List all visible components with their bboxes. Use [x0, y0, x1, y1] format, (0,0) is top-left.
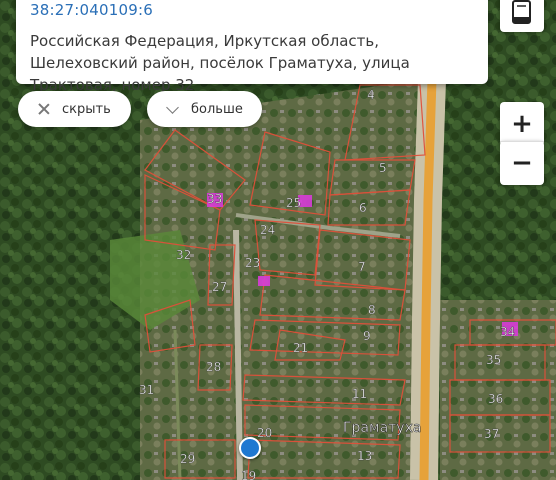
parcel-info-card[interactable]: 38:27:040109:6 Российская Федерация, Ирк…: [16, 0, 488, 94]
parcel-label: 33: [207, 192, 222, 206]
zoom-in-button[interactable]: +: [500, 102, 544, 146]
book-icon: [512, 0, 531, 24]
parcel-label: 29: [180, 452, 195, 466]
parcel-label: 21: [293, 341, 308, 355]
parcel-label: 6: [359, 201, 367, 215]
parcel-label: 31: [139, 383, 154, 397]
parcel-label: 20: [257, 426, 272, 440]
parcel-label: 5: [379, 161, 387, 175]
more-button-label: больше: [191, 101, 243, 117]
parcel-label: 27: [212, 280, 227, 294]
parcel-label: 11: [352, 387, 367, 401]
parcel-label: 34: [500, 325, 515, 339]
parcel-label: 37: [484, 427, 499, 441]
parcel-label: 32: [176, 248, 191, 262]
chevron-down-icon: [165, 101, 181, 117]
hide-button-label: скрыть: [62, 101, 111, 117]
current-location-marker[interactable]: [239, 437, 261, 459]
layers-button[interactable]: [500, 0, 544, 32]
cadastral-number[interactable]: 38:27:040109:6: [30, 1, 153, 19]
parcel-label: 35: [486, 353, 501, 367]
zoom-out-button[interactable]: −: [500, 141, 544, 185]
more-button[interactable]: больше: [147, 91, 262, 127]
parcel-label: 23: [245, 256, 260, 270]
parcel-label: 25: [286, 196, 301, 210]
parcel-label: 24: [260, 223, 275, 237]
parcel-label: 8: [368, 303, 376, 317]
place-name-label: Граматуха: [343, 420, 421, 436]
parcel-label: 9: [363, 329, 371, 343]
hide-button[interactable]: скрыть: [18, 91, 131, 127]
parcel-label: 28: [206, 360, 221, 374]
close-icon: [36, 101, 52, 117]
parcel-address: Российская Федерация, Иркутская область,…: [30, 32, 410, 94]
village-area-east: [440, 300, 556, 480]
zoom-divider: [500, 141, 544, 142]
parcel-label: 7: [358, 260, 366, 274]
highlighted-building: [258, 276, 270, 286]
parcel-label: 13: [357, 449, 372, 463]
parcel-label: 19: [241, 469, 256, 480]
parcel-label: 36: [488, 392, 503, 406]
